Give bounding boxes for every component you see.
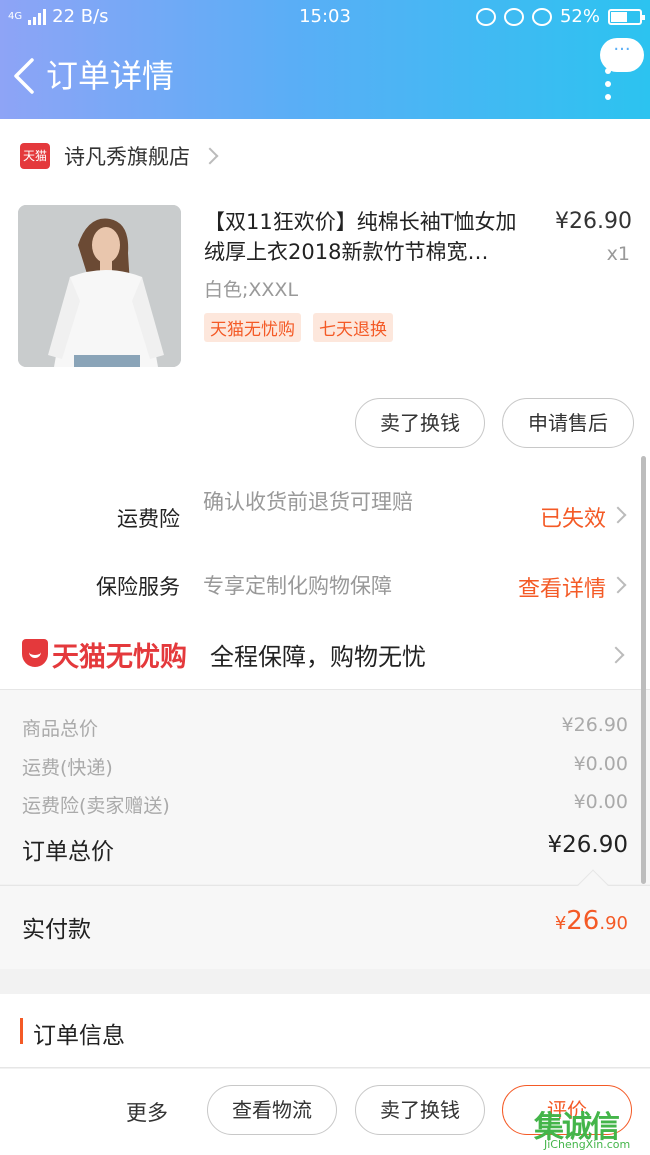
summary-label: 运费(快递): [22, 757, 113, 779]
product-item[interactable]: 【双11狂欢价】纯棉长袖T恤女加绒厚上衣2018新款竹节棉宽… ¥26.90 x…: [18, 205, 632, 369]
scrollbar[interactable]: [641, 456, 646, 884]
product-tags: 天猫无忧购 七天退换: [204, 313, 393, 342]
paid-label: 实付款: [22, 917, 91, 943]
summary-value: ¥26.90: [561, 714, 628, 736]
alarm-icon: [531, 7, 552, 26]
wuyou-banner[interactable]: 天猫无忧购 全程保障，购物无忧: [0, 631, 650, 687]
freight-insurance-status: 已失效: [539, 507, 606, 532]
nav-bar: 订单详情 ···: [0, 38, 650, 108]
back-button[interactable]: [8, 54, 44, 98]
paid-value: ¥26.90: [555, 906, 628, 936]
sell-for-cash-button[interactable]: 卖了换钱: [355, 398, 485, 448]
shield-icon: [22, 639, 48, 667]
view-logistics-button[interactable]: 查看物流: [207, 1085, 337, 1135]
tmall-logo-icon: 天猫: [20, 143, 50, 169]
after-sale-button[interactable]: 申请售后: [502, 398, 634, 448]
paid-integer: 26: [566, 906, 600, 936]
more-menu-button[interactable]: ···: [600, 38, 644, 72]
vibrate-icon: [475, 7, 496, 26]
insurance-service-row[interactable]: 保险服务 专享定制化购物保障 查看详情: [0, 567, 650, 607]
insurance-service-link[interactable]: 查看详情: [518, 571, 606, 603]
chevron-right-icon: [609, 506, 627, 524]
tag-wuyou: 天猫无忧购: [204, 313, 301, 342]
insurance-service-label: 保险服务: [96, 575, 180, 599]
product-photo-icon: [18, 205, 181, 367]
more-actions-button[interactable]: 更多: [126, 1097, 168, 1127]
freight-insurance-desc: 确认收货前退货可理赔: [203, 490, 413, 514]
order-card: 天猫 诗凡秀旗舰店 【双11狂欢价】纯棉长袖T恤女加绒厚上衣2018新款竹节棉宽…: [0, 119, 650, 689]
insurance-service-desc: 专享定制化购物保障: [203, 574, 392, 598]
order-info-title: 订单信息: [33, 1023, 125, 1049]
order-total-label: 订单总价: [22, 839, 114, 865]
store-name: 诗凡秀旗舰店: [64, 145, 190, 169]
product-title[interactable]: 【双11狂欢价】纯棉长袖T恤女加绒厚上衣2018新款竹节棉宽…: [204, 207, 534, 267]
rotation-lock-icon: [503, 7, 524, 26]
watermark: 集诚信 JiChengXin.com: [534, 1102, 646, 1152]
product-sku: 白色;XXXL: [204, 279, 299, 301]
chevron-left-icon: [14, 58, 34, 94]
status-bar: 4G 22 B/s 15:03 52%: [0, 0, 650, 34]
summary-label: 运费险(卖家赠送): [22, 795, 170, 817]
summary-row-goods: 商品总价 ¥26.90: [22, 714, 628, 744]
wuyou-slogan: 全程保障，购物无忧: [210, 643, 426, 671]
product-quantity: x1: [606, 243, 630, 265]
top-header: 4G 22 B/s 15:03 52% 订单详情 ···: [0, 0, 650, 119]
summary-row-shipping: 运费(快递) ¥0.00: [22, 753, 628, 783]
product-price: ¥26.90: [555, 209, 632, 234]
chevron-right-icon: [607, 646, 625, 664]
order-info-section: 订单信息: [0, 994, 650, 1068]
paid-currency: ¥: [554, 913, 567, 934]
sell-for-cash-button-bottom[interactable]: 卖了换钱: [355, 1085, 485, 1135]
tag-seven-day-return: 七天退换: [313, 313, 393, 342]
battery-icon: [608, 8, 645, 25]
paid-decimal: .90: [599, 913, 628, 934]
chevron-right-icon: [201, 147, 219, 165]
status-right: 52%: [475, 6, 645, 27]
price-summary: 商品总价 ¥26.90 运费(快递) ¥0.00 运费险(卖家赠送) ¥0.00…: [0, 690, 650, 884]
order-total-value: ¥26.90: [547, 832, 628, 858]
summary-value: ¥0.00: [573, 791, 628, 813]
freight-insurance-label: 运费险: [117, 507, 180, 531]
freight-insurance-row[interactable]: 运费险 确认收货前退货可理赔 已失效: [0, 487, 650, 547]
battery-percent: 52%: [559, 6, 600, 27]
store-link[interactable]: 天猫 诗凡秀旗舰店: [20, 141, 219, 171]
summary-label: 商品总价: [22, 718, 99, 740]
paid-amount-section: 实付款 ¥26.90: [0, 869, 650, 969]
chevron-right-icon: [609, 576, 627, 594]
overflow-menu-icon[interactable]: [604, 68, 612, 100]
watermark-url: JiChengXin.com: [544, 1138, 631, 1151]
summary-value: ¥0.00: [573, 753, 628, 775]
summary-row-total: 订单总价 ¥26.90: [22, 832, 628, 865]
product-image[interactable]: [18, 205, 181, 367]
summary-row-freight-insurance: 运费险(卖家赠送) ¥0.00: [22, 791, 628, 821]
section-accent-bar: [20, 1018, 23, 1044]
wuyou-brand: 天猫无忧购: [52, 642, 187, 673]
page-title: 订单详情: [46, 57, 175, 95]
